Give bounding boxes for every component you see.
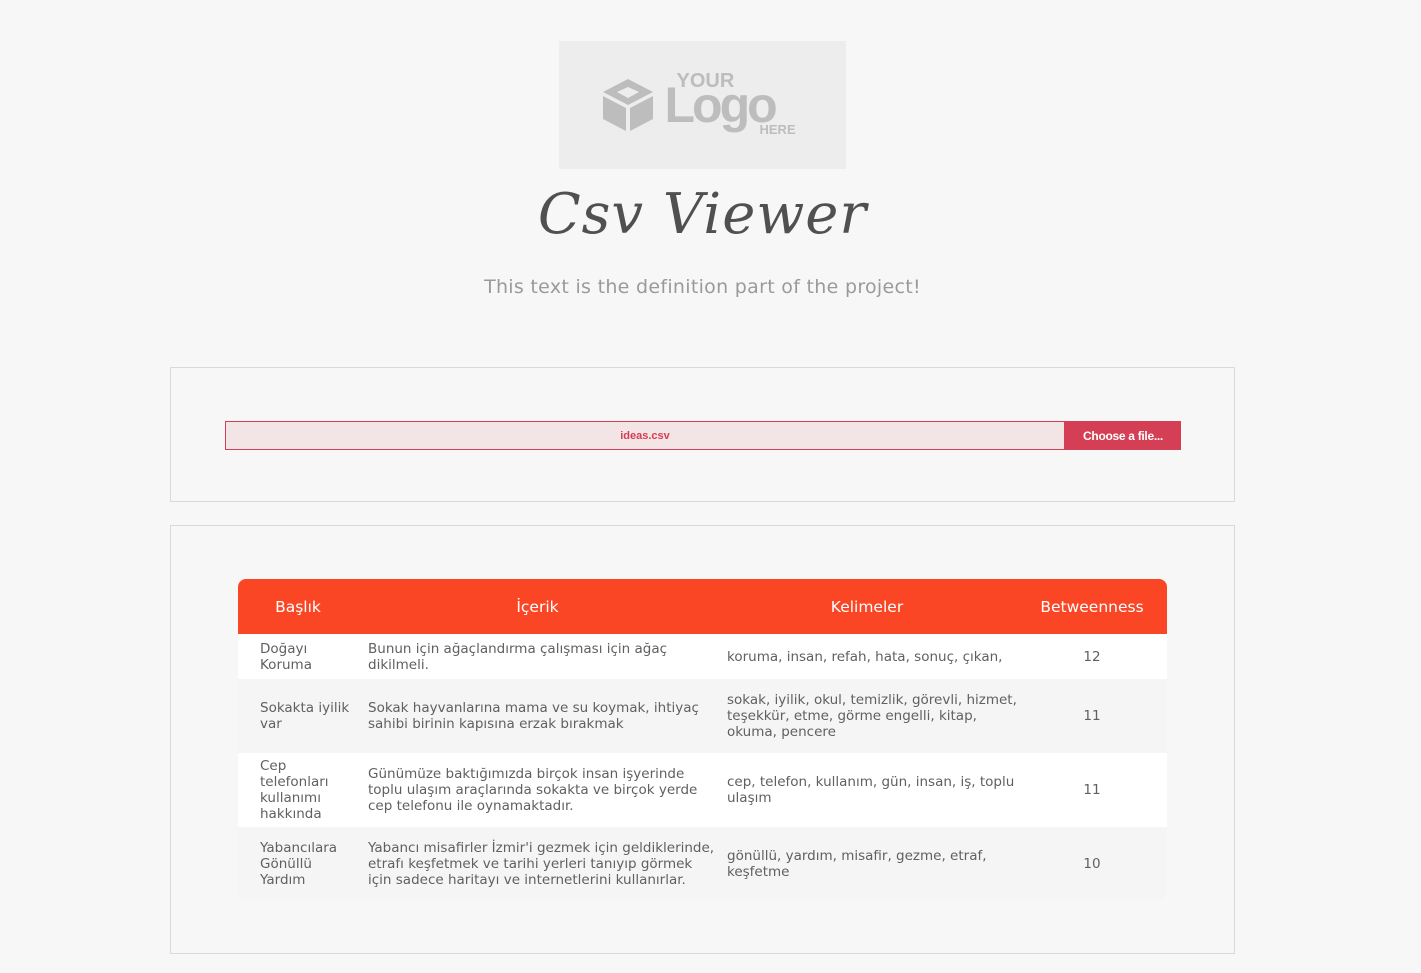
table-row: Yabancılara Gönüllü Yardım Yabancı misaf… bbox=[238, 827, 1167, 900]
cell-kelimeler: cep, telefon, kullanım, gün, insan, iş, … bbox=[727, 774, 1015, 806]
column-header-icerik: İçerik bbox=[516, 597, 559, 616]
cell-kelimeler: koruma, insan, refah, hata, sonuç, çıkan… bbox=[727, 648, 1003, 665]
table-header-row: Başlık İçerik Kelimeler Betweenness bbox=[238, 579, 1167, 634]
cell-kelimeler: sokak, iyilik, okul, temizlik, görevli, … bbox=[727, 692, 1017, 740]
logo-main-text: Logo bbox=[664, 77, 778, 133]
cell-betweenness: 10 bbox=[1083, 855, 1101, 872]
logo-text: YOUR Logo HERE bbox=[665, 70, 805, 140]
table-row: Sokakta iyilik var Sokak hayvanlarına ma… bbox=[238, 679, 1167, 753]
choose-file-button[interactable]: Choose a file... bbox=[1065, 421, 1181, 450]
cell-betweenness: 12 bbox=[1083, 648, 1101, 665]
column-header-betweenness: Betweenness bbox=[1040, 597, 1144, 616]
cell-baslik: Cep telefonları kullanımı hakkında bbox=[260, 758, 329, 822]
cell-icerik: Sokak hayvanlarına mama ve su koymak, ih… bbox=[368, 700, 699, 732]
file-name-field[interactable]: ideas.csv bbox=[225, 421, 1065, 450]
logo-placeholder: YOUR Logo HERE bbox=[559, 41, 846, 169]
cell-betweenness: 11 bbox=[1083, 708, 1101, 724]
table-row: Doğayı Koruma Bunun için ağaçlandırma ça… bbox=[238, 634, 1167, 679]
page-subtitle: This text is the definition part of the … bbox=[484, 276, 921, 298]
column-header-kelimeler: Kelimeler bbox=[830, 597, 904, 616]
logo-here-text: HERE bbox=[759, 122, 796, 137]
page: YOUR Logo HERE Csv Viewer This text is t… bbox=[0, 0, 1421, 973]
cell-icerik: Bunun için ağaçlandırma çalışması için a… bbox=[368, 640, 668, 673]
table-row: Cep telefonları kullanımı hakkında Günüm… bbox=[238, 753, 1167, 827]
upload-panel: ideas.csv Choose a file... bbox=[170, 367, 1235, 502]
csv-table: Başlık İçerik Kelimeler Betweenness Doğa… bbox=[238, 579, 1167, 900]
cell-icerik: Yabancı misafirler İzmir'i gezmek için g… bbox=[368, 839, 715, 888]
cell-baslik: Doğayı Koruma bbox=[260, 640, 312, 673]
cell-kelimeler: gönüllü, yardım, misafir, gezme, etraf, … bbox=[727, 847, 987, 880]
cube-icon bbox=[602, 79, 653, 131]
page-title: Csv Viewer bbox=[537, 182, 868, 247]
column-header-baslik: Başlık bbox=[275, 597, 321, 616]
cell-betweenness: 11 bbox=[1083, 782, 1101, 798]
file-name-text: ideas.csv bbox=[620, 429, 670, 442]
cell-baslik: Yabancılara Gönüllü Yardım bbox=[260, 839, 338, 888]
cell-baslik: Sokakta iyilik var bbox=[260, 700, 350, 732]
table-panel: Başlık İçerik Kelimeler Betweenness Doğa… bbox=[170, 525, 1235, 954]
cell-icerik: Günümüze baktığımızda birçok insan işyer… bbox=[368, 766, 698, 814]
